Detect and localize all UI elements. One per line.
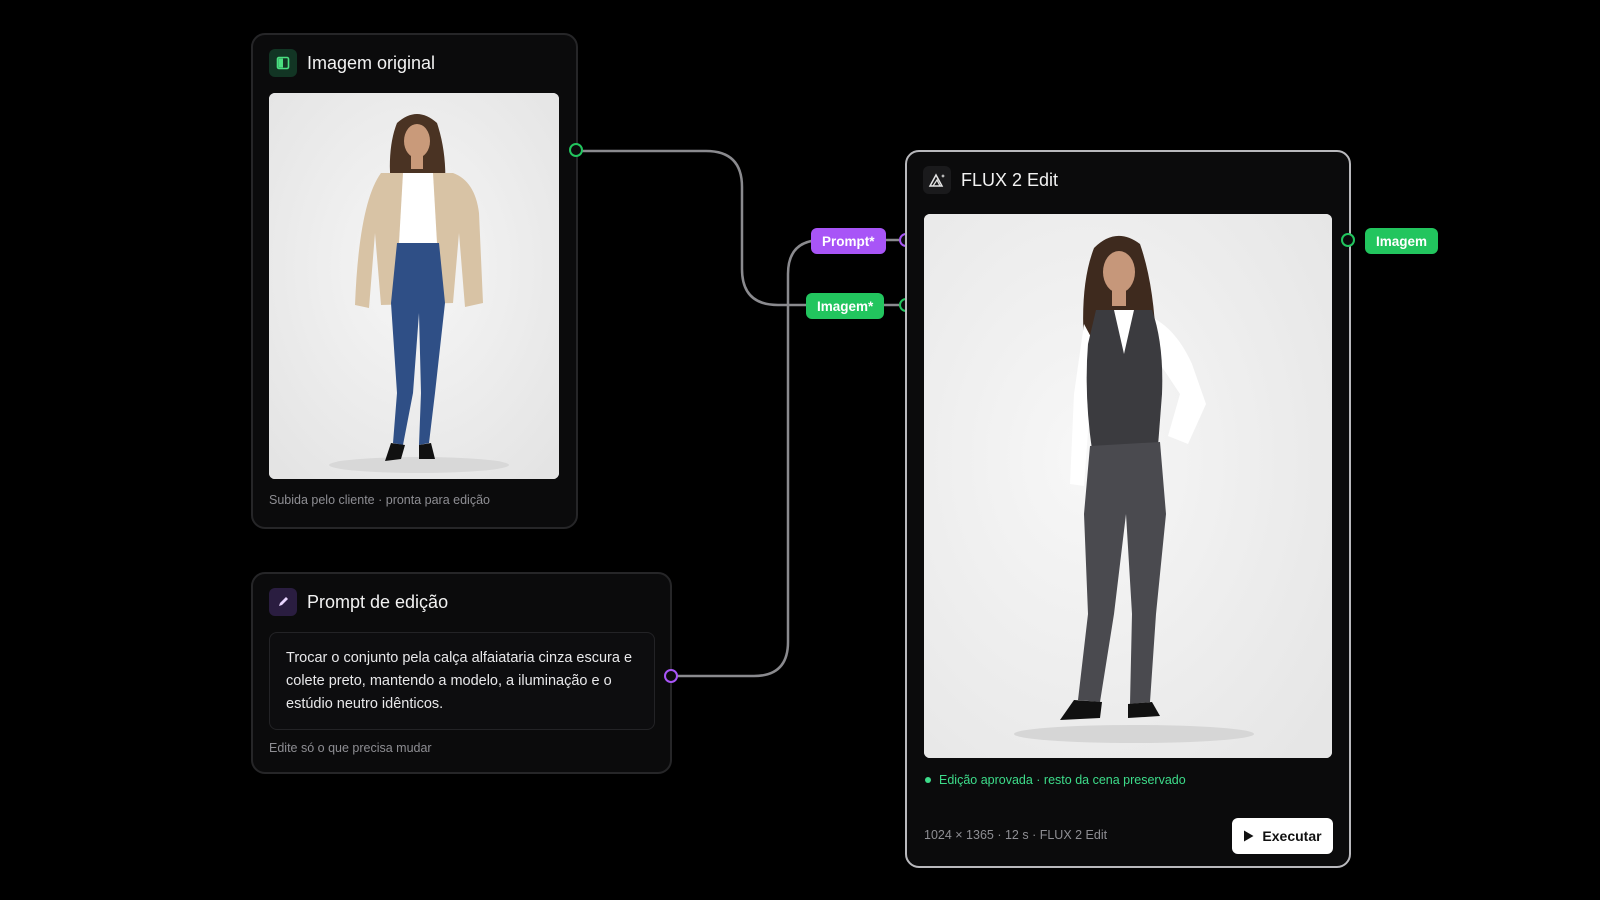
status-dot [925,777,931,783]
flux-node-title: FLUX 2 Edit [961,169,1059,190]
prompt-textarea[interactable]: Trocar o conjunto pela calça alfaiataria… [269,632,655,730]
flux-edit-node[interactable]: FLUX 2 Edit Edição aprovada · resto da c… [905,150,1351,868]
original-image-node-header: Imagem original [269,49,435,77]
play-icon [1244,830,1254,842]
run-button[interactable]: Executar [1232,818,1333,854]
original-image-output-port[interactable] [569,143,583,157]
prompt-output-port[interactable] [664,669,678,683]
prompt-caption: Edite só o que precisa mudar [269,741,432,755]
original-image-caption: Subida pelo cliente · pronta para edição [269,493,490,507]
pencil-icon [269,588,297,616]
image-output-pill[interactable]: Imagem [1365,228,1439,254]
original-image-title: Imagem original [307,52,436,73]
image-panel-icon [269,49,297,77]
connection-wires [580,149,899,678]
prompt-input-pill[interactable]: Prompt* [811,228,886,254]
prompt-node[interactable]: Prompt de edição Trocar o conjunto pela … [251,572,672,774]
prompt-node-title: Prompt de edição [307,591,449,612]
original-photo [269,93,559,479]
flux-output-photo [924,214,1332,758]
flux-node-header: FLUX 2 Edit [923,166,1058,194]
flux-output-port[interactable] [1341,233,1355,247]
image-input-pill[interactable]: Imagem* [806,293,885,319]
flux-status-text: Edição aprovada · resto da cena preserva… [939,773,1186,787]
run-button-label: Executar [1262,828,1322,844]
mountain-sparkle-icon [923,166,951,194]
prompt-node-header: Prompt de edição [269,588,448,616]
flux-meta: 1024 × 1365 · 12 s · FLUX 2 Edit [924,828,1108,842]
original-image-node[interactable]: Imagem original Subida pelo cliente · pr… [251,33,578,529]
flux-status: Edição aprovada · resto da cena preserva… [925,773,1186,787]
